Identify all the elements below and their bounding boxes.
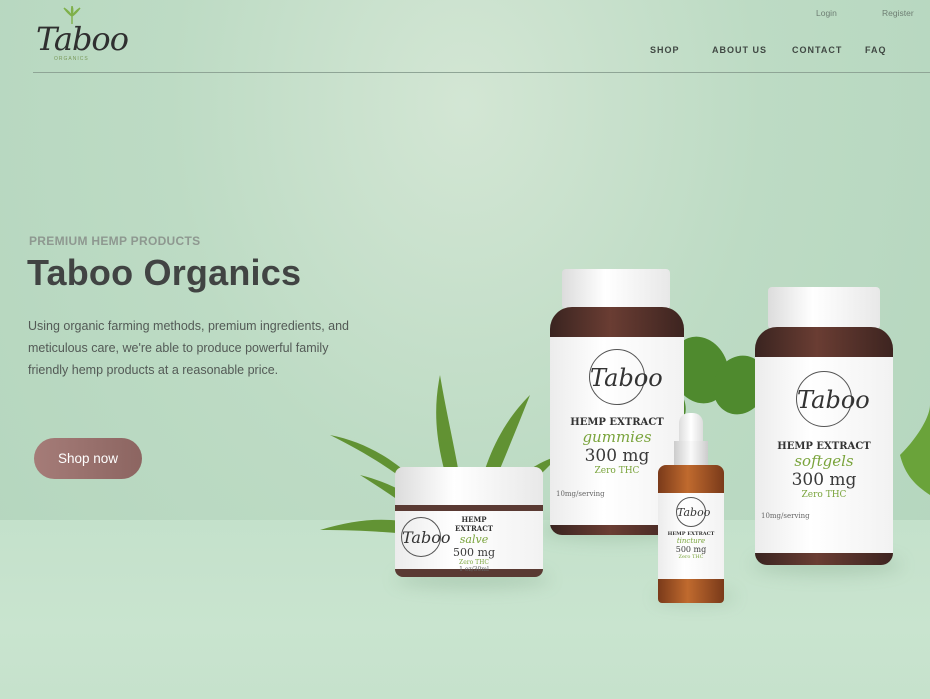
salve-name: salve <box>459 533 489 546</box>
salve-serving: 1 oz/30ml <box>459 566 489 573</box>
gummies-name: gummies <box>582 428 652 446</box>
nav-faq[interactable]: FAQ <box>865 45 887 55</box>
shop-now-button[interactable]: Shop now <box>34 438 142 479</box>
logo-wordmark: Taboo <box>36 20 129 58</box>
login-link[interactable]: Login <box>816 8 837 18</box>
salve-strength: 500 mg <box>453 546 495 559</box>
softgels-name: softgels <box>794 452 854 470</box>
register-link[interactable]: Register <box>882 8 914 18</box>
softgels-type: HEMP EXTRACT <box>777 441 871 452</box>
hero-title: Taboo Organics <box>27 252 302 293</box>
logo-subtitle: ORGANICS <box>54 56 89 62</box>
tincture-thc: Zero THC <box>678 554 704 560</box>
nav-shop[interactable]: SHOP <box>650 45 680 55</box>
product-showcase: Taboo HEMP EXTRACT gummies 300 mg Zero T… <box>300 255 930 615</box>
brand-logo[interactable]: Taboo ORGANICS <box>36 6 129 66</box>
nav-contact[interactable]: CONTACT <box>792 45 842 55</box>
softgels-thc: Zero THC <box>801 490 847 500</box>
salve-logo: Taboo <box>401 517 450 557</box>
tincture-logo: Taboo <box>676 497 710 527</box>
salve-type: HEMP EXTRACT <box>454 515 493 533</box>
gummies-type: HEMP EXTRACT <box>570 417 664 428</box>
header-divider <box>33 72 930 73</box>
softgels-serving: 10mg/serving <box>761 512 810 520</box>
nav-about-us[interactable]: ABOUT US <box>712 45 767 55</box>
softgels-logo: Taboo <box>796 371 870 427</box>
gummies-logo: Taboo <box>589 349 663 405</box>
gummies-strength: 300 mg <box>584 446 650 466</box>
hero-eyebrow: PREMIUM HEMP PRODUCTS <box>29 234 201 248</box>
tincture-strength: 500 mg <box>675 545 707 554</box>
tincture-name: tincture <box>676 537 706 545</box>
salve-thc: Zero THC <box>459 559 489 566</box>
softgels-strength: 300 mg <box>791 470 857 490</box>
